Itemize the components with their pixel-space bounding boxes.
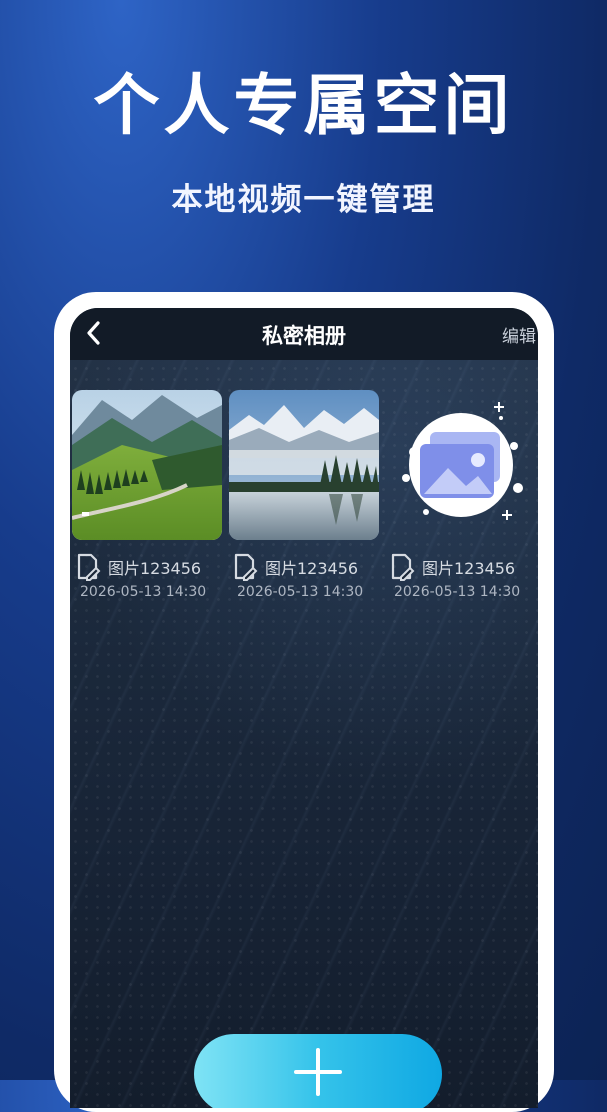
photo-thumbnail[interactable]: [72, 390, 222, 540]
photo-card[interactable]: 图片123456 2026-05-13 14:30: [229, 390, 379, 600]
photo-meta: 图片123456: [72, 552, 222, 582]
nav-bar: 私密相册 编辑: [70, 308, 538, 360]
photo-card[interactable]: 图片123456 2026-05-13 14:30: [386, 390, 536, 600]
image-placeholder-icon: [402, 402, 523, 520]
promo-subhead: 本地视频一键管理: [171, 182, 436, 218]
file-edit-icon: [234, 553, 258, 581]
photo-name: 图片123456: [265, 559, 359, 578]
photo-meta: 图片123456: [229, 552, 379, 582]
page-title: 私密相册: [262, 324, 346, 348]
photo-date: 2026-05-13 14:30: [80, 584, 207, 600]
file-edit-icon: [77, 553, 101, 581]
edit-button[interactable]: 编辑: [502, 322, 536, 347]
photo-meta: 图片123456: [386, 552, 536, 582]
photo-card[interactable]: 图片123456 2026-05-13 14:30: [72, 390, 222, 600]
photo-date: 2026-05-13 14:30: [237, 584, 364, 600]
photo-name: 图片123456: [108, 559, 202, 578]
mountain-valley-thumbnail: [72, 390, 222, 540]
phone-frame: 私密相册 编辑 图片123456 2026-05-13 14:30 图片1234…: [54, 292, 554, 1112]
plus-icon: [294, 1048, 342, 1096]
photo-name: 图片123456: [422, 559, 516, 578]
app-screen: 私密相册 编辑 图片123456 2026-05-13 14:30 图片1234…: [70, 308, 538, 1108]
file-edit-icon: [391, 553, 415, 581]
photo-thumbnail[interactable]: [386, 390, 536, 540]
lake-reflection-thumbnail: [229, 390, 379, 540]
photo-date: 2026-05-13 14:30: [394, 584, 521, 600]
photo-thumbnail[interactable]: [229, 390, 379, 540]
add-photo-button[interactable]: [194, 1034, 442, 1108]
promo-headline: 个人专属空间: [93, 67, 514, 144]
